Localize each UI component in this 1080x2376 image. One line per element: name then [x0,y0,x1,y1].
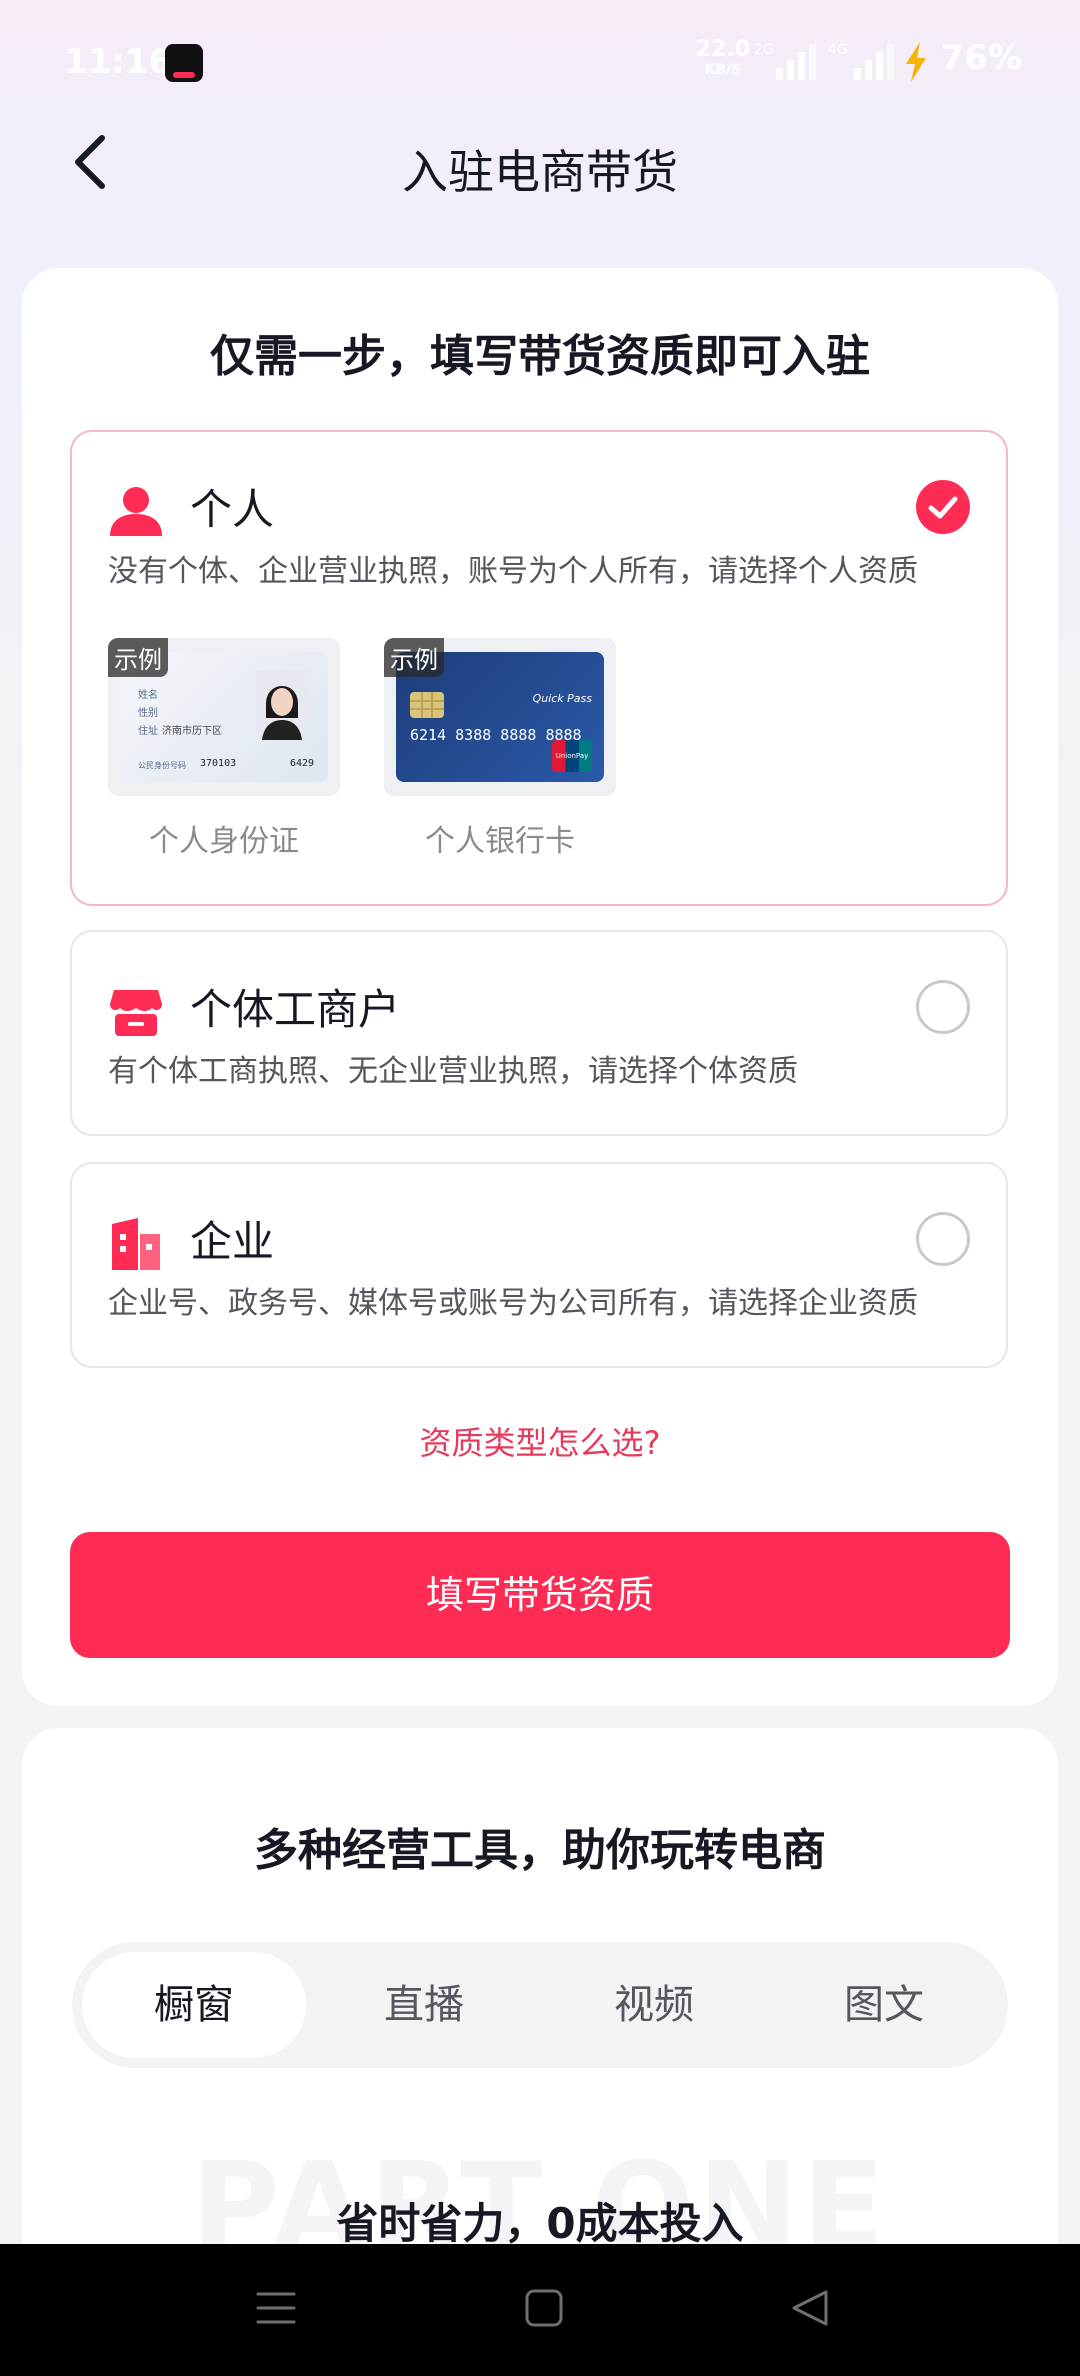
option-title: 个人 [190,485,275,534]
tab-image-text[interactable]: 图文 [772,1952,996,2058]
home-icon[interactable] [524,2288,564,2328]
quick-pass-label: Quick Pass [532,692,592,705]
unionpay-logo: UnionPay [552,740,592,772]
tools-heading: 多种经营工具，助你玩转电商 [254,1825,826,1876]
check-icon [928,496,958,519]
portrait-photo [256,670,308,740]
id-name-row: 姓名 [138,690,158,701]
store-icon [110,990,162,1036]
signal-4g-icon: 4G [828,42,894,80]
tab-live[interactable]: 直播 [312,1952,536,2058]
chip-icon [410,692,444,718]
bank-card-sample[interactable]: 示例 Quick Pass 6214 8388 8888 8888 UnionP… [384,638,616,796]
signal-2g-label: 2G [754,42,774,58]
id-number-suffix: 6429 [290,758,315,769]
network-speed-unit: KB/S [704,62,742,78]
radio-personal[interactable] [916,480,970,534]
qualification-help-link[interactable]: 资质类型怎么选? [22,1418,1058,1464]
id-number-prefix: 370103 [200,758,237,769]
radio-individual-business[interactable] [916,980,970,1034]
option-title: 企业 [190,1217,275,1266]
option-description: 没有个体、企业营业执照，账号为个人所有，请选择个人资质 [108,554,918,589]
radio-enterprise[interactable] [916,1212,970,1266]
charging-icon [906,42,926,82]
battery-level: 76% [940,38,1022,78]
building-icon [112,1218,160,1270]
menu-icon[interactable] [256,2288,296,2328]
id-gender-row: 性别 [138,708,158,719]
option-personal[interactable]: 个人 没有个体、企业营业执照，账号为个人所有，请选择个人资质 示例 姓名 性别 … [70,430,1008,906]
id-address-value: 济南市历下区 [162,726,222,737]
qualification-heading: 仅需一步，填写带货资质即可入驻 [210,331,870,382]
status-time: 11:16 [64,42,173,82]
qualification-card: 仅需一步，填写带货资质即可入驻 个人 没有个体、企业营业执照，账号为个人所有，请… [22,268,1058,1706]
person-icon [110,487,162,536]
option-individual-business[interactable]: 个体工商户 有个体工商执照、无企业营业执照，请选择个体资质 [70,930,1008,1136]
signal-4g-label: 4G [828,42,848,58]
network-speed-value: 22.0 [695,37,750,62]
id-card-sample[interactable]: 示例 姓名 性别 住址 济南市历下区 公民身份号码 370103 6429 [108,638,340,796]
back-triangle-icon[interactable] [790,2288,830,2328]
sample-tag: 示例 [384,638,444,677]
tab-showcase[interactable]: 橱窗 [82,1952,306,2058]
system-nav-bar [0,2244,1080,2376]
option-description: 企业号、政务号、媒体号或账号为公司所有，请选择企业资质 [108,1286,918,1321]
sample-caption: 个人身份证 [149,824,299,859]
nav-bar: 入驻电商带货 [0,110,1080,220]
tab-video[interactable]: 视频 [542,1952,766,2058]
fill-qualification-button[interactable]: 填写带货资质 [70,1532,1010,1658]
option-description: 有个体工商执照、无企业营业执照，请选择个体资质 [108,1054,798,1089]
signal-2g-icon: 2G [754,42,816,80]
tiktok-app-icon [165,44,203,82]
network-speed: 22.0 KB/S [695,37,750,80]
status-bar: 11:16 22.0 KB/S 2G 4G 76% [0,0,1080,120]
option-enterprise[interactable]: 企业 企业号、政务号、媒体号或账号为公司所有，请选择企业资质 [70,1162,1008,1368]
id-number-label: 公民身份号码 [138,761,186,770]
tools-tabs: 橱窗 直播 视频 图文 [72,1942,1008,2068]
page-title: 入驻电商带货 [402,145,678,199]
section-title: 省时省力，0成本投入 [336,2199,744,2248]
sample-tag: 示例 [108,638,168,677]
unionpay-label: UnionPay [555,752,589,760]
option-title: 个体工商户 [190,985,401,1034]
id-address-row: 住址 [138,726,158,737]
sample-caption: 个人银行卡 [425,824,575,859]
